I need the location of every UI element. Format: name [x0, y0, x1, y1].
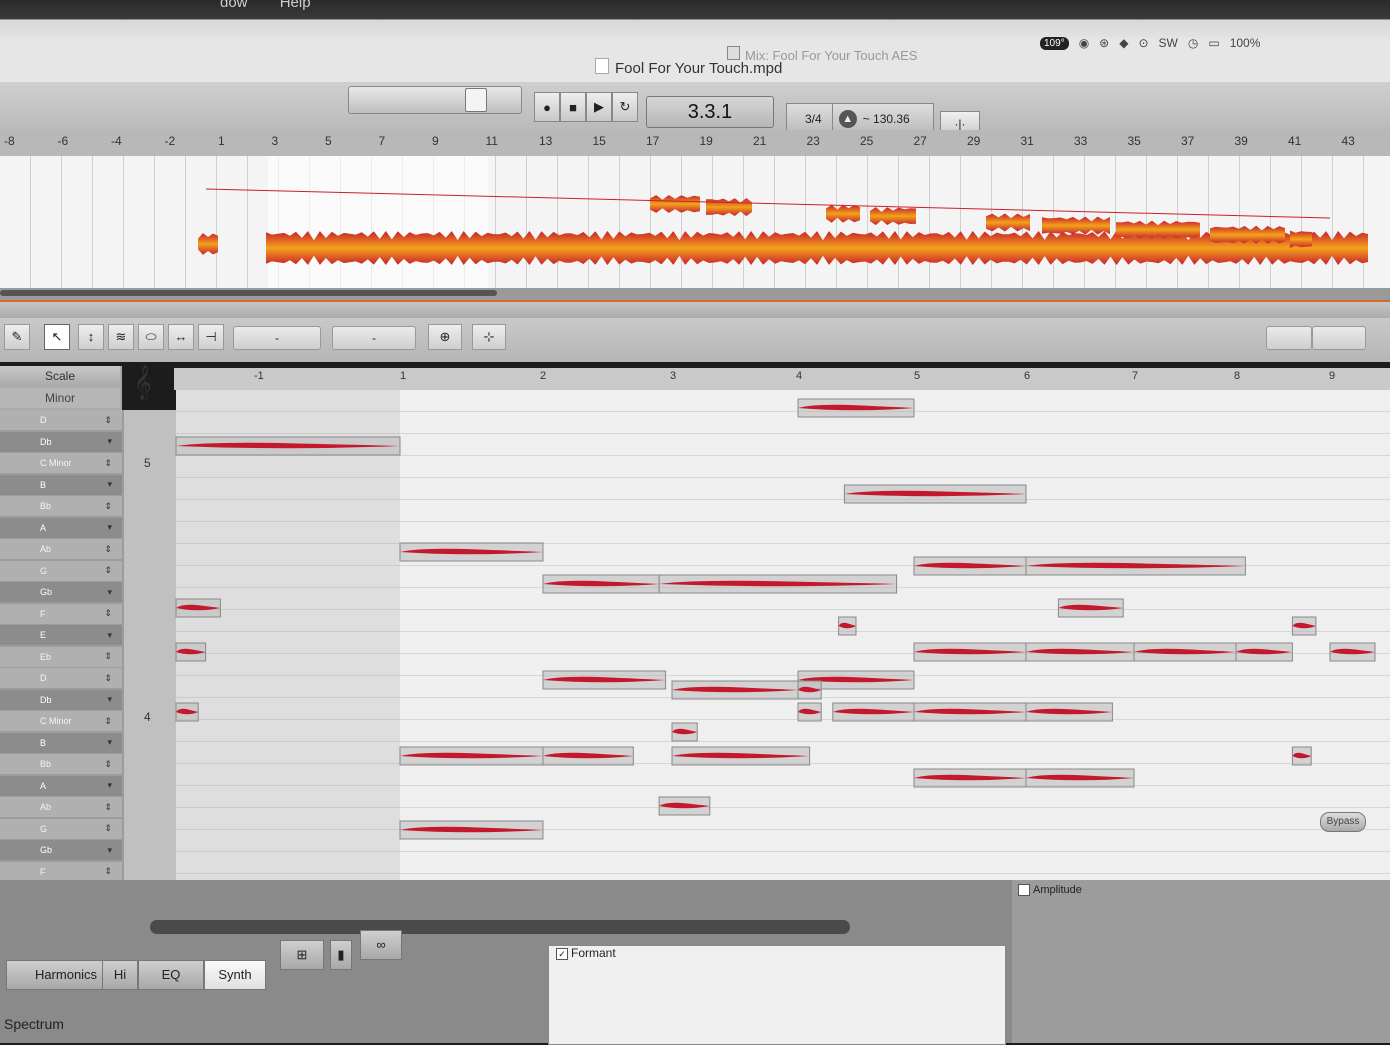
formant-checkbox[interactable]: ✓ Formant — [556, 946, 616, 960]
bypass-button[interactable]: Bypass — [1320, 812, 1366, 832]
note-blob[interactable] — [1291, 616, 1317, 636]
note-blob[interactable] — [843, 484, 1027, 504]
note-blob[interactable] — [175, 702, 199, 722]
link-icon[interactable]: ⊞ — [280, 940, 324, 970]
note-blob[interactable] — [913, 768, 1027, 788]
note-blob[interactable] — [658, 574, 898, 594]
amplitude-label: Amplitude — [1033, 884, 1082, 896]
note-blob[interactable] — [913, 642, 1027, 662]
note-blob[interactable] — [175, 598, 221, 618]
checkbox-icon[interactable]: ✓ — [556, 947, 568, 960]
note-blob[interactable] — [913, 702, 1027, 722]
amplitude-checkbox[interactable]: Amplitude — [1018, 884, 1082, 897]
note-blob[interactable] — [671, 746, 811, 766]
note-blob[interactable] — [399, 820, 544, 840]
note-blob[interactable] — [1025, 768, 1135, 788]
note-blob[interactable] — [671, 680, 799, 700]
loop-icon[interactable]: ∞ — [360, 930, 402, 960]
amplitude-panel[interactable] — [1012, 880, 1390, 1043]
note-blob[interactable] — [1291, 746, 1312, 766]
note-blob[interactable] — [658, 796, 711, 816]
note-blob[interactable] — [542, 746, 634, 766]
note-blob[interactable] — [399, 746, 544, 766]
note-blob[interactable] — [1329, 642, 1376, 662]
note-blob[interactable] — [797, 702, 822, 722]
note-blob[interactable] — [797, 398, 915, 418]
note-blob[interactable] — [175, 642, 207, 662]
solo-icon[interactable]: ▮ — [330, 940, 352, 970]
spectrum-label: Spectrum — [4, 1016, 64, 1032]
note-blob[interactable] — [671, 722, 698, 742]
tab-hi[interactable]: Hi — [102, 960, 138, 990]
tab-synth[interactable]: Synth — [204, 960, 266, 990]
note-blob[interactable] — [399, 542, 544, 562]
note-blob[interactable] — [1057, 598, 1124, 618]
tab-eq[interactable]: EQ — [138, 960, 204, 990]
timeline-scrollbar[interactable] — [150, 920, 850, 934]
note-blob[interactable] — [1235, 642, 1293, 662]
note-blob[interactable] — [913, 556, 1027, 576]
formant-label: Formant — [571, 946, 616, 960]
note-blob[interactable] — [542, 574, 660, 594]
formant-panel[interactable] — [548, 945, 1006, 1045]
checkbox-icon[interactable] — [1018, 884, 1030, 897]
note-blob[interactable] — [838, 616, 857, 636]
note-blob[interactable] — [832, 702, 915, 722]
note-blob[interactable] — [1025, 642, 1135, 662]
note-blob[interactable] — [1025, 556, 1246, 576]
note-blob[interactable] — [542, 670, 667, 690]
note-blob[interactable] — [1133, 642, 1237, 662]
note-blob[interactable] — [1025, 702, 1113, 722]
note-blob[interactable] — [175, 436, 401, 456]
note-blob[interactable] — [797, 680, 822, 700]
